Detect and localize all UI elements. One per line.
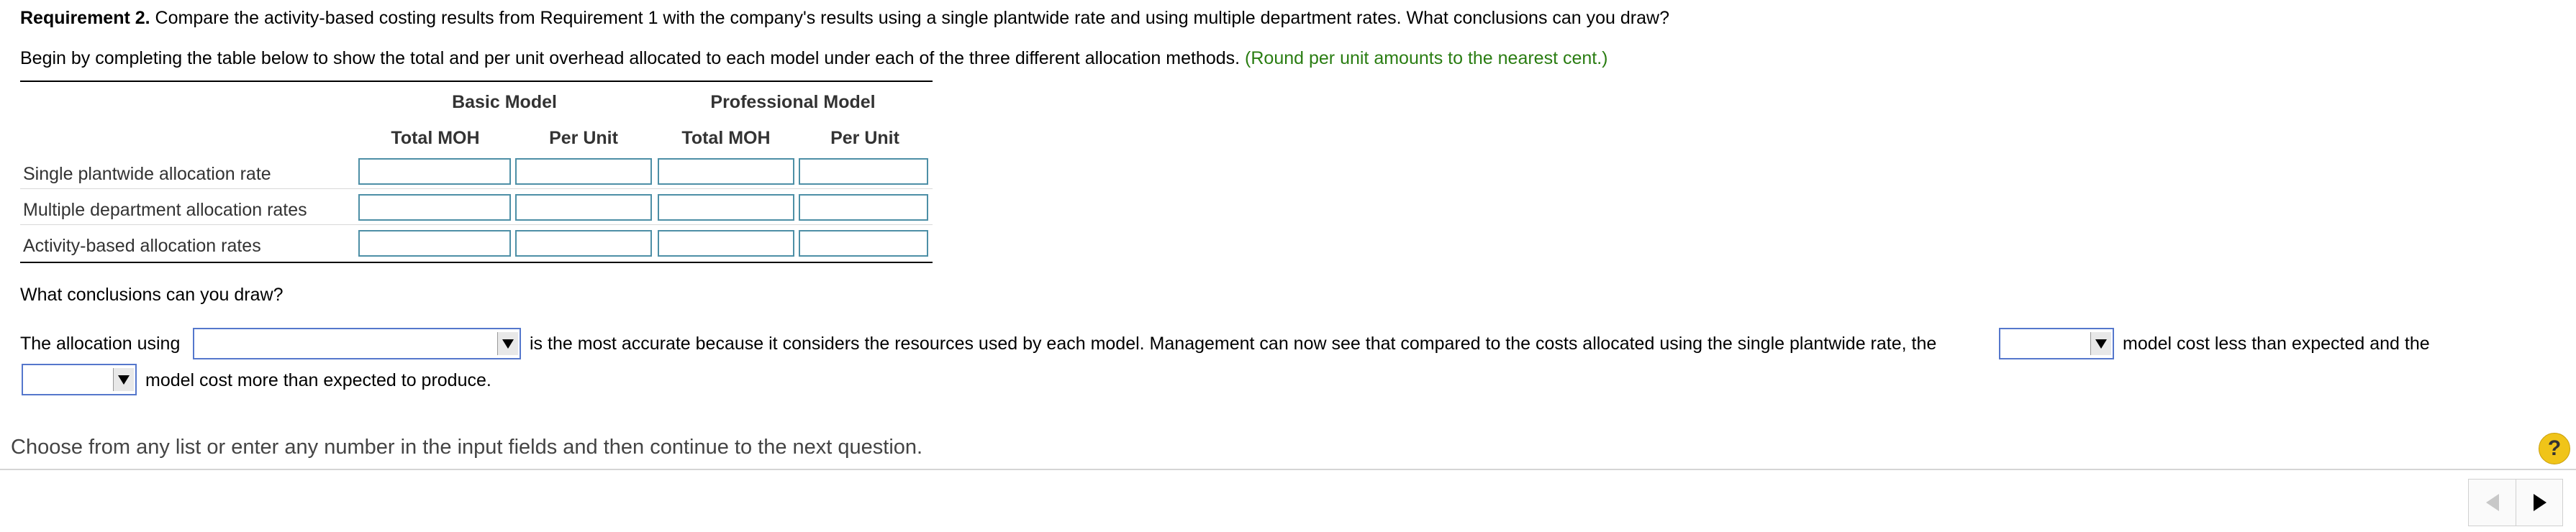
table-top-rule — [20, 81, 933, 82]
requirement-heading: Requirement 2. Compare the activity-base… — [20, 6, 1669, 30]
row-label-multiple: Multiple department allocation rates — [23, 200, 307, 220]
requirement-label: Requirement 2. — [20, 8, 150, 28]
input-activity-pro-per-unit[interactable] — [799, 230, 928, 257]
conclusion-text-1: The allocation using — [20, 334, 181, 354]
conclusion-text-2: is the most accurate because it consider… — [530, 334, 1937, 354]
row-divider — [20, 224, 933, 225]
input-single-basic-per-unit[interactable] — [515, 158, 652, 185]
triangle-right-icon — [2533, 494, 2546, 511]
col-header-pro-total: Total MOH — [681, 128, 771, 148]
question-navigation — [2468, 479, 2563, 526]
requirement-text: Compare the activity-based costing resul… — [150, 8, 1669, 28]
group-header-professional: Professional Model — [710, 92, 876, 112]
input-multiple-basic-per-unit[interactable] — [515, 194, 652, 221]
next-button[interactable] — [2516, 480, 2563, 526]
row-label-activity: Activity-based allocation rates — [23, 236, 261, 256]
row-divider — [20, 188, 933, 189]
col-header-basic-per-unit: Per Unit — [549, 128, 618, 148]
costlier-model-dropdown[interactable] — [22, 364, 137, 395]
input-multiple-pro-total[interactable] — [658, 194, 794, 221]
question-icon[interactable]: ? — [2539, 433, 2570, 464]
help-text: Choose from any list or enter any number… — [11, 436, 923, 459]
input-multiple-basic-total[interactable] — [358, 194, 511, 221]
instruction-text: Begin by completing the table below to s… — [20, 48, 1246, 68]
input-activity-basic-per-unit[interactable] — [515, 230, 652, 257]
col-header-pro-per-unit: Per Unit — [830, 128, 899, 148]
group-header-basic: Basic Model — [452, 92, 557, 112]
dropdown-arrow-icon[interactable] — [2090, 332, 2111, 355]
conclusion-question: What conclusions can you draw? — [20, 285, 284, 305]
row-label-single: Single plantwide allocation rate — [23, 164, 271, 184]
input-activity-pro-total[interactable] — [658, 230, 794, 257]
triangle-left-icon — [2485, 494, 2499, 511]
input-single-basic-total[interactable] — [358, 158, 511, 185]
conclusion-text-4: model cost more than expected to produce… — [145, 370, 491, 390]
input-single-pro-total[interactable] — [658, 158, 794, 185]
input-multiple-pro-per-unit[interactable] — [799, 194, 928, 221]
instruction-line: Begin by completing the table below to s… — [20, 46, 1608, 70]
cheaper-model-dropdown[interactable] — [1999, 328, 2114, 359]
dropdown-arrow-icon[interactable] — [497, 332, 518, 355]
input-single-pro-per-unit[interactable] — [799, 158, 928, 185]
input-activity-basic-total[interactable] — [358, 230, 511, 257]
dropdown-arrow-icon[interactable] — [113, 368, 134, 391]
col-header-basic-total: Total MOH — [391, 128, 480, 148]
rounding-note: (Round per unit amounts to the nearest c… — [1245, 48, 1608, 68]
footer-divider — [0, 469, 2576, 470]
previous-button[interactable] — [2469, 480, 2516, 526]
allocation-method-dropdown[interactable] — [193, 328, 521, 359]
conclusion-text-3: model cost less than expected and the — [2123, 334, 2430, 354]
table-bottom-rule — [20, 262, 933, 263]
